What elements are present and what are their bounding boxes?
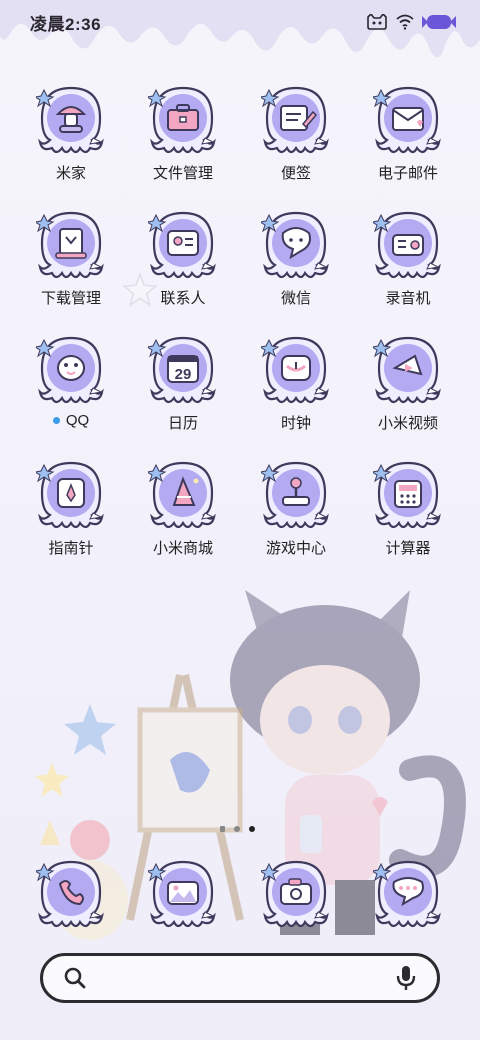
app-label: 小米视频 bbox=[378, 412, 438, 433]
compass-icon[interactable] bbox=[33, 459, 106, 533]
app-email[interactable]: 电子邮件 bbox=[352, 84, 464, 194]
app-label: QQ bbox=[52, 412, 90, 429]
gallery-icon[interactable] bbox=[145, 858, 218, 932]
clock-icon[interactable] bbox=[258, 334, 331, 408]
app-compass[interactable]: 指南针 bbox=[15, 459, 127, 569]
dock-app-messages[interactable] bbox=[352, 858, 464, 934]
toolbox-icon[interactable] bbox=[145, 84, 218, 158]
app-label-text: 指南针 bbox=[48, 540, 94, 557]
microphone-icon[interactable] bbox=[395, 965, 417, 991]
app-mijia[interactable]: 米家 bbox=[15, 84, 127, 194]
app-calendar[interactable]: 29 日历 bbox=[127, 334, 239, 444]
app-label: 下载管理 bbox=[41, 287, 101, 308]
app-label: 指南针 bbox=[48, 537, 93, 558]
app-label-text: 电子邮件 bbox=[377, 165, 438, 182]
page-dot-active[interactable] bbox=[249, 826, 255, 832]
app-label-text: 时钟 bbox=[280, 415, 311, 432]
app-label-text: 计算器 bbox=[385, 540, 431, 557]
message-bubble-icon[interactable] bbox=[370, 858, 443, 932]
app-label: 录音机 bbox=[385, 287, 430, 308]
page-dot[interactable] bbox=[220, 826, 225, 832]
notification-dot bbox=[52, 417, 60, 424]
star-decoration-small bbox=[34, 762, 70, 797]
app-label-text: 下载管理 bbox=[40, 290, 101, 307]
app-label-text: 日历 bbox=[167, 415, 198, 432]
svg-text:29: 29 bbox=[175, 366, 192, 383]
app-label-text: 录音机 bbox=[385, 290, 431, 307]
page-indicator bbox=[220, 826, 255, 832]
dock-app-gallery[interactable] bbox=[127, 858, 239, 934]
app-video[interactable]: 小米视频 bbox=[352, 334, 464, 444]
app-notes[interactable]: 便签 bbox=[240, 84, 352, 194]
page-dot[interactable] bbox=[234, 826, 240, 832]
app-label: 便签 bbox=[281, 162, 311, 183]
battery-candy-icon bbox=[422, 15, 456, 29]
app-files[interactable]: 文件管理 bbox=[127, 84, 239, 194]
app-label-text: 小米视频 bbox=[377, 415, 438, 432]
app-label: 游戏中心 bbox=[266, 537, 326, 558]
app-label: 日历 bbox=[168, 412, 198, 433]
wifi-icon bbox=[396, 14, 414, 30]
app-store[interactable]: 小米商城 bbox=[127, 459, 239, 569]
contact-card-icon[interactable] bbox=[145, 209, 218, 283]
app-label-text: 微信 bbox=[280, 290, 311, 307]
app-label-text: 米家 bbox=[55, 165, 86, 182]
status-icons bbox=[366, 13, 456, 31]
dock-app-camera[interactable] bbox=[240, 858, 352, 934]
dock-app-phone[interactable] bbox=[15, 858, 127, 934]
search-icon[interactable] bbox=[63, 966, 87, 990]
joystick-icon[interactable] bbox=[258, 459, 331, 533]
download-card-icon[interactable] bbox=[33, 209, 106, 283]
app-label: 联系人 bbox=[160, 287, 205, 308]
star-decoration bbox=[64, 704, 116, 755]
app-label-text: 小米商城 bbox=[152, 540, 213, 557]
app-qq[interactable]: QQ bbox=[15, 334, 127, 444]
app-label-text: 便签 bbox=[280, 165, 311, 182]
phone-icon[interactable] bbox=[33, 858, 106, 932]
radio-icon[interactable] bbox=[370, 209, 443, 283]
app-label-text: 联系人 bbox=[160, 290, 206, 307]
penguin-icon[interactable] bbox=[33, 334, 106, 408]
dock bbox=[0, 858, 480, 934]
app-downloads[interactable]: 下载管理 bbox=[15, 209, 127, 319]
camera-icon[interactable] bbox=[258, 858, 331, 932]
app-calculator[interactable]: 计算器 bbox=[352, 459, 464, 569]
app-contacts[interactable]: 联系人 bbox=[127, 209, 239, 319]
app-label-text: 文件管理 bbox=[152, 165, 213, 182]
app-label: 计算器 bbox=[385, 537, 430, 558]
app-games[interactable]: 游戏中心 bbox=[240, 459, 352, 569]
app-wechat[interactable]: 微信 bbox=[240, 209, 352, 319]
mushroom-icon[interactable] bbox=[33, 84, 106, 158]
calculator-icon[interactable] bbox=[370, 459, 443, 533]
app-label: 时钟 bbox=[281, 412, 311, 433]
clock-time: 凌晨2:36 bbox=[30, 14, 102, 34]
party-hat-icon[interactable] bbox=[145, 459, 218, 533]
app-recorder[interactable]: 录音机 bbox=[352, 209, 464, 319]
chat-bubble-icon[interactable] bbox=[258, 209, 331, 283]
app-label: 电子邮件 bbox=[378, 162, 438, 183]
calendar-icon[interactable]: 29 bbox=[145, 334, 218, 408]
app-label-text: QQ bbox=[65, 412, 90, 429]
cat-face-icon bbox=[367, 14, 387, 30]
app-clock[interactable]: 时钟 bbox=[240, 334, 352, 444]
app-label-text: 游戏中心 bbox=[265, 540, 326, 557]
app-label: 文件管理 bbox=[153, 162, 213, 183]
app-label: 小米商城 bbox=[153, 537, 213, 558]
search-bar[interactable] bbox=[40, 953, 440, 1003]
status-bar: 凌晨2:36 bbox=[0, 0, 480, 44]
envelope-icon[interactable] bbox=[370, 84, 443, 158]
note-pen-icon[interactable] bbox=[258, 84, 331, 158]
play-icon[interactable] bbox=[370, 334, 443, 408]
app-label: 微信 bbox=[281, 287, 311, 308]
app-label: 米家 bbox=[56, 162, 86, 183]
